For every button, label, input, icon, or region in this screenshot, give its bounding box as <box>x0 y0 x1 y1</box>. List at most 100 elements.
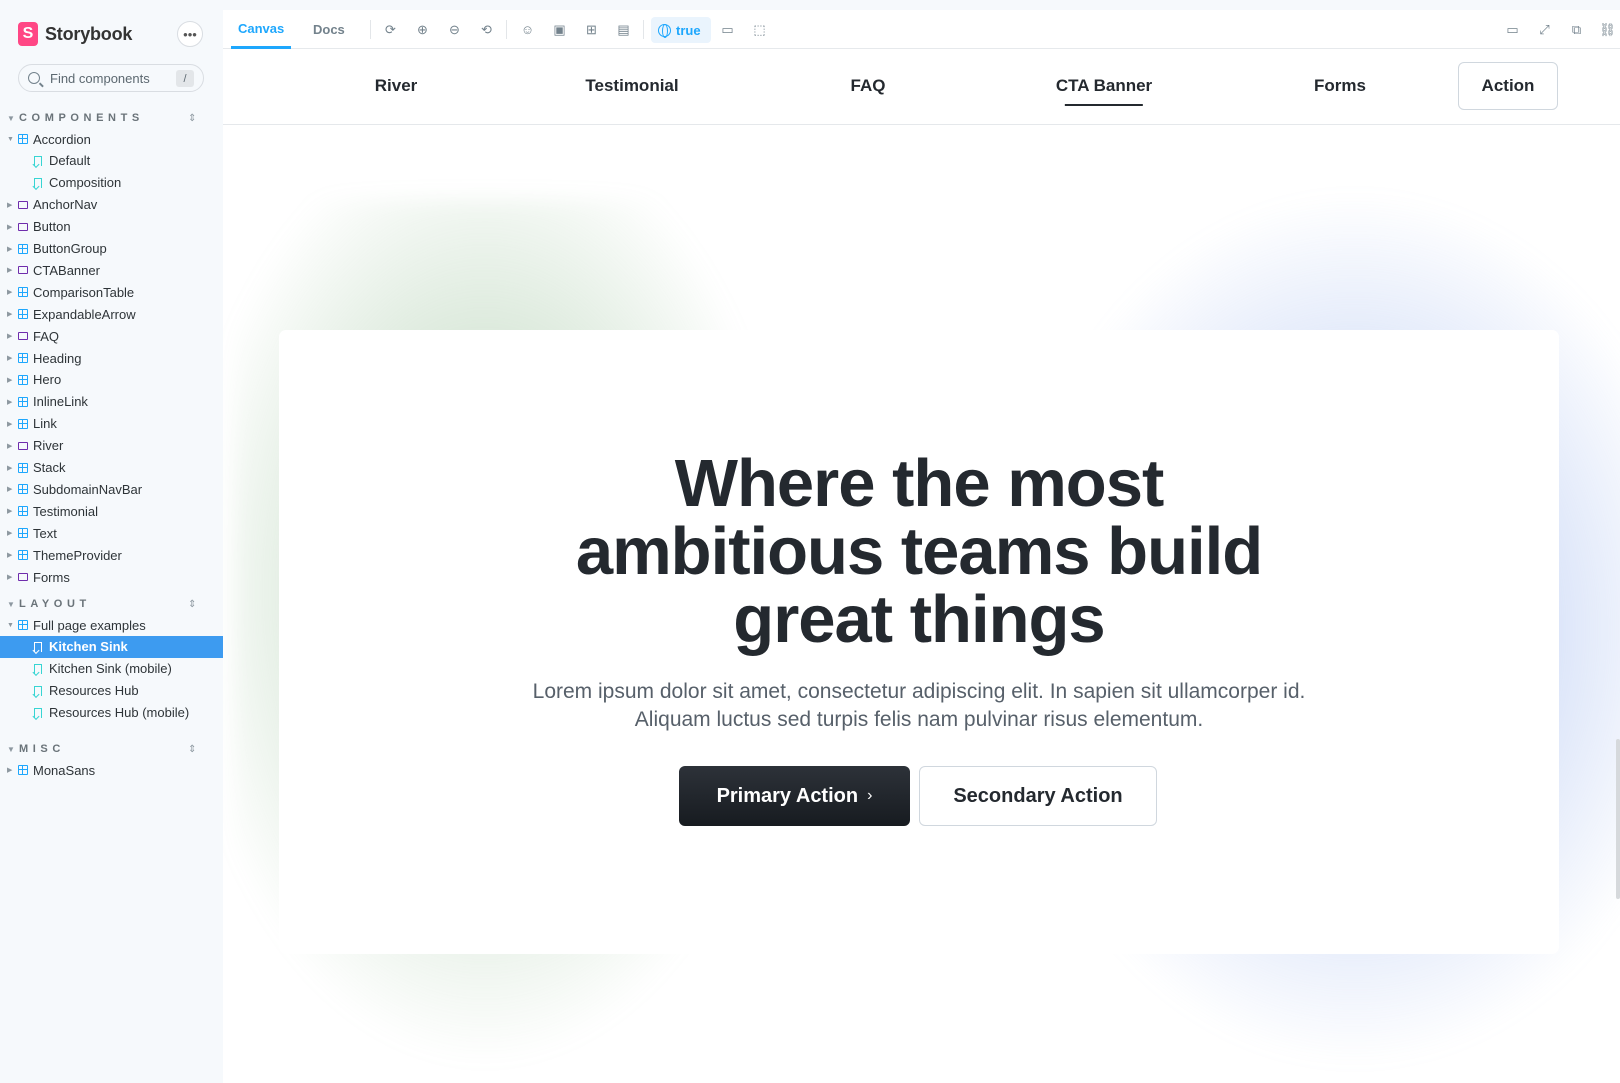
section-header-layout[interactable]: ▼ LAYOUT ⇕ <box>0 594 223 614</box>
preview-scrollbar[interactable] <box>1616 739 1620 899</box>
sidebar-item-text[interactable]: ▶ Text <box>0 522 223 544</box>
bookmark-icon <box>34 641 42 652</box>
preview-canvas: River Testimonial FAQ CTA Banner Forms A… <box>223 49 1620 1083</box>
component-icon <box>18 396 28 407</box>
anchor-link-cta-banner[interactable]: CTA Banner <box>1056 76 1152 106</box>
sidebar-item-label: ThemeProvider <box>33 547 122 563</box>
section-header-components[interactable]: ▼ COMPONENTS ⇕ <box>0 108 223 128</box>
expand-collapse-icon[interactable]: ⇕ <box>188 113 196 124</box>
sidebar-item-expandablearrow[interactable]: ▶ ExpandableArrow <box>0 303 223 325</box>
more-options-button[interactable]: ••• <box>177 21 203 47</box>
sidebar-item-inlinelink[interactable]: ▶ InlineLink <box>0 391 223 413</box>
sidebar-item-resources-hub[interactable]: Resources Hub <box>0 680 223 702</box>
search-shortcut-key: / <box>176 70 194 87</box>
section-header-misc[interactable]: ▼ MISC ⇕ <box>0 739 223 759</box>
sidebar-item-testimonial[interactable]: ▶ Testimonial <box>0 500 223 522</box>
chevron-right-icon: ▶ <box>7 355 13 362</box>
sidebar-item-river[interactable]: ▶ River <box>0 435 223 457</box>
locale-label: true <box>676 22 701 38</box>
folder-icon <box>18 573 28 581</box>
zoom-out-icon[interactable]: ⊖ <box>447 22 462 37</box>
anchor-link-forms[interactable]: Forms <box>1314 76 1366 96</box>
tab-canvas[interactable]: Canvas <box>231 10 292 49</box>
chevron-right-icon: ▶ <box>7 245 13 253</box>
sidebar-item-full-page-examples[interactable]: ▼ Full page examples <box>0 614 223 636</box>
sidebar-item-label: ButtonGroup <box>33 241 107 256</box>
background-icon[interactable]: ▣ <box>552 22 567 37</box>
sidebar-item-label: FAQ <box>33 328 60 344</box>
storybook-brand[interactable]: S Storybook <box>18 21 132 47</box>
viewport-icon[interactable]: ▭ <box>720 22 735 37</box>
sidebar-item-themeprovider[interactable]: ▶ ThemeProvider <box>0 544 223 566</box>
toolbar: Canvas Docs ⟳ ⊕ ⊖ ⟲ ☺ ▣ ⊞ ▤ true ▭ ⬚ ▭ ⤢… <box>223 10 1620 49</box>
anchor-link-river[interactable]: River <box>375 76 418 96</box>
component-icon <box>18 506 28 517</box>
chevron-right-icon: ▶ <box>7 767 13 774</box>
search-input[interactable] <box>50 70 180 86</box>
sidebar-item-subdomainnavbar[interactable]: ▶ SubdomainNavBar <box>0 478 223 500</box>
sidebar-item-label: Button <box>33 219 71 235</box>
toolbar-divider <box>643 20 644 39</box>
measure-icon[interactable]: ⬚ <box>752 22 767 37</box>
sidebar-item-label: AnchorNav <box>33 197 98 213</box>
zoom-reset-icon[interactable]: ⟲ <box>479 22 494 37</box>
sidebar-item-kitchen-sink-mobile[interactable]: Kitchen Sink (mobile) <box>0 658 223 680</box>
search-box[interactable]: / <box>18 64 204 92</box>
anchor-link-testimonial[interactable]: Testimonial <box>585 76 678 96</box>
anchor-link-faq[interactable]: FAQ <box>851 76 886 96</box>
sidebar-item-composition[interactable]: Composition <box>0 172 223 194</box>
sidebar-item-label: Kitchen Sink (mobile) <box>49 661 172 677</box>
sidebar-item-faq[interactable]: ▶ FAQ <box>0 325 223 347</box>
chevron-right-icon: ▶ <box>7 376 13 384</box>
sidebar-item-hero[interactable]: ▶ Hero <box>0 369 223 391</box>
locale-toggle[interactable]: true <box>651 17 711 43</box>
anchor-nav-action-button[interactable]: Action <box>1458 62 1558 110</box>
sidebar-item-heading[interactable]: ▶ Heading <box>0 347 223 369</box>
chevron-right-icon: ▶ <box>7 267 13 275</box>
chevron-right-icon: ▶ <box>7 398 13 406</box>
sidebar-item-link[interactable]: ▶ Link <box>0 413 223 435</box>
panel-icon[interactable]: ▭ <box>1505 22 1520 37</box>
sidebar-item-accordion[interactable]: ▼ Accordion <box>0 128 223 150</box>
sidebar-item-buttongroup[interactable]: ▶ ButtonGroup <box>0 238 223 260</box>
toolbar-divider <box>370 20 371 39</box>
chevron-right-icon: ▶ <box>7 333 13 341</box>
grid-icon[interactable]: ⊞ <box>584 22 599 37</box>
sidebar-item-stack[interactable]: ▶ Stack <box>0 457 223 479</box>
sidebar-item-forms[interactable]: ▶ Forms <box>0 566 223 588</box>
fullscreen-icon[interactable]: ⤢ <box>1537 22 1552 37</box>
chevron-right-icon: ▶ <box>7 464 13 472</box>
search-icon <box>28 72 40 84</box>
tab-docs[interactable]: Docs <box>306 10 352 49</box>
copy-link-icon[interactable]: ⛓ <box>1599 22 1616 37</box>
sidebar-item-label: MonaSans <box>33 762 96 778</box>
outline-icon[interactable]: ▤ <box>616 22 631 37</box>
secondary-action-button[interactable]: Secondary Action <box>919 766 1157 826</box>
expand-collapse-icon[interactable]: ⇕ <box>188 744 196 755</box>
sidebar-item-kitchen-sink[interactable]: Kitchen Sink <box>0 635 223 658</box>
sidebar-item-default[interactable]: Default <box>0 150 223 172</box>
sidebar-item-label: Full page examples <box>33 617 146 633</box>
sidebar-item-button[interactable]: ▶ Button <box>0 216 223 238</box>
sidebar-item-ctabanner[interactable]: ▶ CTABanner <box>0 259 223 281</box>
sidebar-item-anchornav[interactable]: ▶ AnchorNav <box>0 194 223 216</box>
sidebar-item-resources-hub-mobile[interactable]: Resources Hub (mobile) <box>0 702 223 724</box>
folder-icon <box>18 332 28 341</box>
folder-icon <box>18 266 28 275</box>
sidebar-item-label: Link <box>33 416 57 432</box>
zoom-in-icon[interactable]: ⊕ <box>415 22 430 37</box>
bookmark-icon <box>34 707 42 718</box>
reload-icon[interactable]: ⟳ <box>383 22 398 37</box>
primary-action-button[interactable]: Primary Action › <box>679 766 910 826</box>
accessibility-icon[interactable]: ☺ <box>520 22 535 37</box>
primary-action-label: Primary Action <box>716 784 859 807</box>
sidebar: S Storybook ••• / ▼ COMPONENTS ⇕ ▼ Accordion… <box>0 0 223 1083</box>
sidebar-item-comparisontable[interactable]: ▶ ComparisonTable <box>0 281 223 303</box>
bookmark-icon <box>34 685 42 696</box>
folder-icon <box>18 441 28 450</box>
component-icon <box>18 134 28 144</box>
chevron-right-icon: ▶ <box>7 289 13 297</box>
open-new-tab-icon[interactable]: ⧉ <box>1569 22 1584 37</box>
sidebar-item-monasans[interactable]: ▶ MonaSans <box>0 759 223 781</box>
expand-collapse-icon[interactable]: ⇕ <box>188 599 196 610</box>
